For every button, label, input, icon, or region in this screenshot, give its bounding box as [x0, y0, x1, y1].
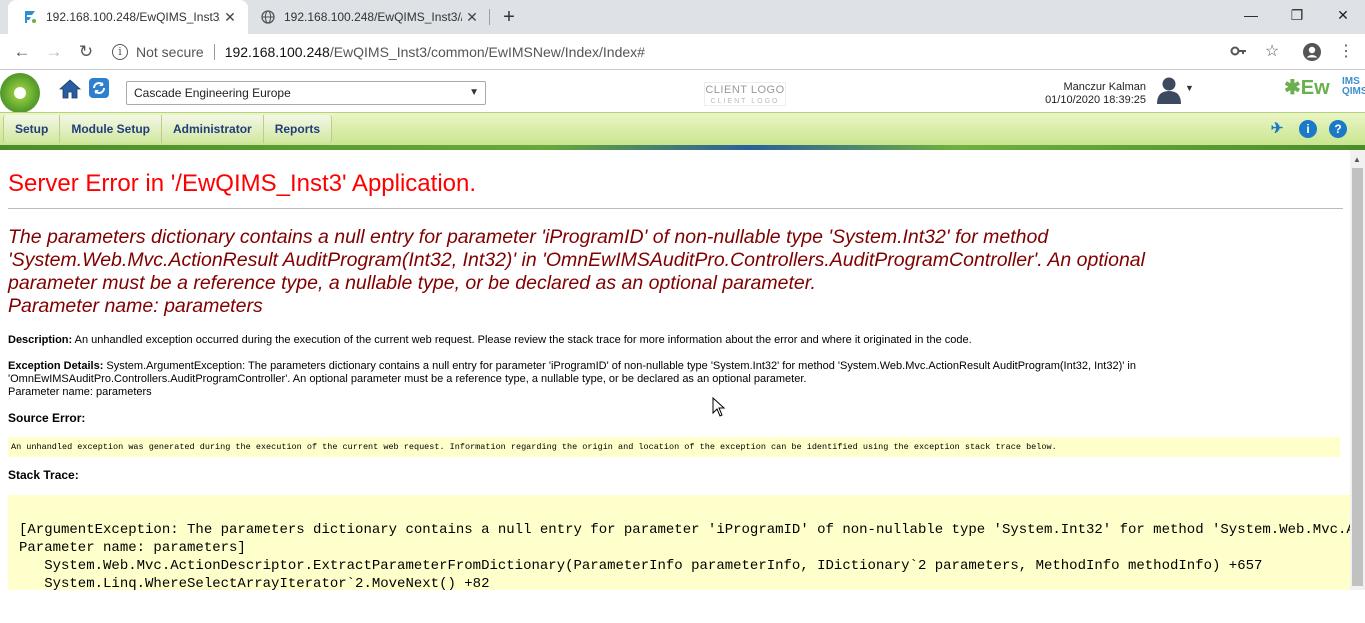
bookmark-star-icon[interactable]: ☆	[1262, 42, 1282, 62]
scroll-up-icon[interactable]: ▲	[1353, 155, 1361, 164]
brand-flower-icon: ✱	[1284, 77, 1301, 99]
tab-title: 192.168.100.248/EwQIMS_Inst3/c	[46, 10, 220, 24]
address-bar[interactable]: i Not secure 192.168.100.248/EwQIMS_Inst…	[108, 38, 1298, 66]
description-label: Description:	[8, 334, 73, 346]
chevron-down-icon: ▼	[469, 87, 479, 98]
stack-line: [ArgumentException: The parameters dicti…	[19, 522, 1350, 538]
brand-sub-text: IMS QIMS	[1342, 77, 1365, 97]
stack-trace-box: [ArgumentException: The parameters dicti…	[8, 495, 1350, 590]
menu-kebab-icon[interactable]: ⋮	[1336, 42, 1356, 62]
browser-tab-inactive[interactable]: 192.168.100.248/EwQIMS_Inst3// ✕	[250, 0, 490, 34]
browser-tab-strip: 192.168.100.248/EwQIMS_Inst3/c ✕ 192.168…	[0, 0, 1365, 34]
url-path: /EwQIMS_Inst3/common/EwIMSNew/Index/Inde…	[329, 44, 645, 60]
exception-line: 'OmnEwIMSAuditPro.Controllers.AuditProgr…	[8, 373, 807, 385]
exception-label: Exception Details:	[8, 360, 104, 372]
source-error-label: Source Error:	[8, 411, 86, 425]
tab-separator	[489, 9, 490, 25]
refresh-icon[interactable]	[88, 77, 110, 99]
close-tab-icon[interactable]: ✕	[220, 9, 240, 26]
exception-line: Parameter name: parameters	[8, 386, 152, 398]
app-header: Cascade Engineering Europe ▼ CLIENT LOGO…	[0, 71, 1365, 113]
forward-icon[interactable]: →	[42, 40, 66, 64]
avatar[interactable]	[1156, 75, 1182, 105]
error-message-line: 'System.Web.Mvc.ActionResult AuditProgra…	[8, 249, 1145, 271]
error-message-line: parameter must be a reference type, a nu…	[8, 272, 816, 294]
ewims-favicon-icon	[22, 9, 38, 25]
back-icon[interactable]: ←	[10, 40, 34, 64]
browser-tab-active[interactable]: 192.168.100.248/EwQIMS_Inst3/c ✕	[8, 0, 248, 34]
error-message: The parameters dictionary contains a nul…	[8, 226, 1338, 318]
tab-title: 192.168.100.248/EwQIMS_Inst3//	[284, 10, 462, 24]
info-icon[interactable]: i	[112, 44, 128, 60]
key-icon[interactable]	[1229, 42, 1249, 62]
menu-setup[interactable]: Setup	[3, 115, 61, 143]
stack-line: System.Web.Mvc.ActionDescriptor.ExtractP…	[19, 558, 1263, 574]
minimize-icon[interactable]: —	[1228, 0, 1274, 30]
user-datetime: 01/10/2020 18:39:25	[1045, 94, 1146, 106]
divider	[8, 208, 1343, 209]
error-page: Server Error in '/EwQIMS_Inst3' Applicat…	[0, 150, 1350, 590]
scrollbar-thumb[interactable]	[1352, 168, 1363, 586]
restore-icon[interactable]: ❐	[1274, 0, 1320, 30]
info-circle-icon[interactable]: i	[1299, 120, 1317, 138]
brand-text: Ew	[1300, 77, 1330, 99]
source-error-box: An unhandled exception was generated dur…	[8, 437, 1340, 457]
main-menu-bar: Setup Module Setup Administrator Reports…	[0, 112, 1365, 145]
exception-details: Exception Details: System.ArgumentExcept…	[8, 360, 1136, 399]
app-logo[interactable]	[0, 73, 40, 113]
pin-icon[interactable]: ✈	[1268, 120, 1286, 138]
menu-reports[interactable]: Reports	[263, 115, 333, 143]
address-divider	[213, 44, 215, 60]
stack-line: Parameter name: parameters]	[19, 540, 246, 556]
description-text: An unhandled exception occurred during t…	[72, 334, 972, 346]
profile-icon[interactable]	[1302, 42, 1322, 62]
new-tab-button[interactable]: +	[498, 6, 520, 28]
client-logo-subtext: CLIENT LOGO	[710, 98, 780, 105]
brand-logo: ✱Ew IMS QIMS	[1284, 75, 1365, 101]
company-select-value: Cascade Engineering Europe	[134, 86, 291, 100]
help-icon[interactable]: ?	[1329, 120, 1347, 138]
security-label: Not secure	[136, 44, 204, 60]
error-message-line: Parameter name: parameters	[8, 295, 263, 317]
browser-toolbar: ← → ↻ i Not secure 192.168.100.248/EwQIM…	[0, 34, 1365, 70]
menu-module-setup[interactable]: Module Setup	[60, 115, 163, 143]
url-host: 192.168.100.248	[224, 44, 330, 60]
client-logo-text: CLIENT LOGO	[705, 84, 785, 96]
close-window-icon[interactable]: ✕	[1320, 0, 1365, 30]
exception-line: System.ArgumentException: The parameters…	[103, 360, 1136, 372]
page-bottom-area	[0, 590, 1365, 623]
main-menu: Setup Module Setup Administrator Reports	[3, 115, 333, 143]
company-select[interactable]: Cascade Engineering Europe ▼	[126, 81, 486, 105]
stack-trace-label: Stack Trace:	[8, 468, 79, 482]
error-message-line: The parameters dictionary contains a nul…	[8, 226, 1049, 248]
brand-sub-qims: QIMS	[1342, 86, 1365, 97]
reload-icon[interactable]: ↻	[74, 40, 98, 64]
home-icon[interactable]	[58, 77, 82, 101]
stack-line: System.Linq.WhereSelectArrayIterator`2.M…	[19, 576, 490, 590]
error-title: Server Error in '/EwQIMS_Inst3' Applicat…	[8, 170, 477, 197]
user-name: Manczur Kalman	[1063, 81, 1146, 93]
user-menu-caret-icon[interactable]: ▼	[1185, 83, 1194, 93]
close-tab-icon[interactable]: ✕	[462, 9, 482, 26]
vertical-scrollbar[interactable]: ▲	[1350, 150, 1365, 590]
globe-icon	[260, 9, 276, 25]
description: Description: An unhandled exception occu…	[8, 334, 972, 347]
client-logo: CLIENT LOGO CLIENT LOGO	[704, 82, 786, 106]
menu-administrator[interactable]: Administrator	[162, 115, 264, 143]
mouse-cursor-icon	[712, 396, 726, 417]
